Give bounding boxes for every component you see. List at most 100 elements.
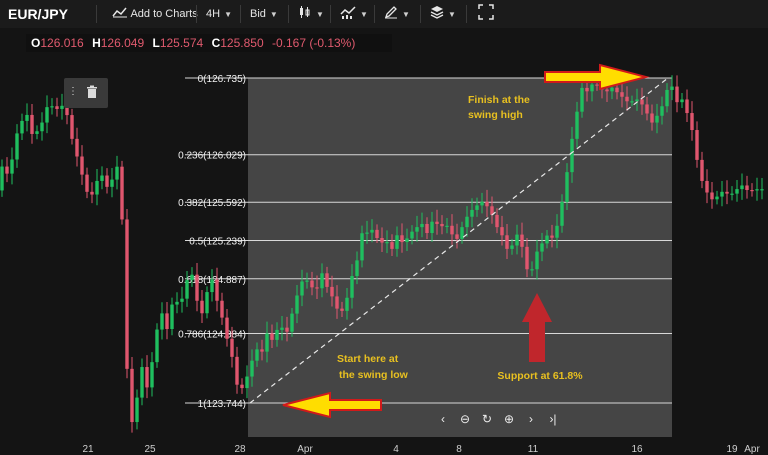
scroll-right-icon[interactable]: ›: [520, 408, 542, 430]
candle-body: [740, 185, 744, 190]
chart-type-dropdown[interactable]: ▼: [294, 4, 328, 24]
candle-body: [165, 313, 169, 330]
toolbar-divider: [330, 5, 331, 23]
candle-body: [530, 269, 534, 271]
zoom-in-icon[interactable]: ⊕: [498, 408, 520, 430]
candle-body: [210, 279, 214, 293]
finish-annotation-line2: swing high: [468, 109, 523, 121]
candle-body: [760, 189, 764, 191]
candle-body: [270, 333, 274, 340]
trash-icon[interactable]: [86, 85, 98, 102]
drawing-tools-dropdown[interactable]: ▼: [380, 4, 414, 24]
candle-body: [690, 113, 694, 131]
candle-body: [55, 106, 59, 109]
x-tick-label: 19: [726, 444, 738, 455]
fib-level-label: 0.236(126.029): [178, 151, 246, 162]
candle-body: [30, 114, 34, 134]
support-annotation: Support at 61.8%: [497, 370, 583, 382]
candle-body: [255, 349, 259, 361]
candle-body: [285, 327, 289, 332]
candle-body: [350, 276, 354, 298]
candle-body: [220, 300, 224, 318]
start-annotation-line1: Start here at: [337, 353, 399, 365]
candle-body: [610, 87, 614, 92]
candle-body: [475, 205, 479, 210]
layers-dropdown[interactable]: ▼: [426, 4, 460, 24]
toolbar-divider: [466, 5, 467, 23]
add-to-charts-button[interactable]: Add to Charts: [108, 4, 202, 24]
candle-body: [370, 229, 374, 233]
candle-body: [735, 189, 739, 194]
fib-level-label: 0.382(125.592): [178, 198, 246, 209]
zoom-out-icon[interactable]: ⊖: [454, 408, 476, 430]
candle-body: [145, 367, 149, 388]
candle-body: [245, 376, 249, 389]
close-value: 125.850: [220, 36, 264, 50]
candle-body: [630, 101, 634, 103]
candle-body: [195, 274, 199, 301]
open-label: O: [31, 36, 41, 50]
candle-body: [300, 281, 304, 296]
fullscreen-button[interactable]: [474, 4, 498, 24]
drawing-pen-icon: [384, 6, 397, 19]
fib-level-label: 0.5(125.239): [189, 237, 246, 248]
scroll-to-end-icon[interactable]: ›|: [542, 408, 564, 430]
timeframe-dropdown[interactable]: 4H ▼: [202, 4, 236, 24]
candle-body: [495, 214, 499, 228]
toolbar-divider: [374, 5, 375, 23]
candle-body: [605, 89, 609, 92]
low-label: L: [152, 36, 160, 50]
x-tick-label: 28: [234, 444, 246, 455]
candle-body: [745, 185, 749, 191]
high-value: 126.049: [100, 36, 145, 50]
indicators-icon: [340, 6, 356, 19]
candle-body: [85, 174, 89, 192]
candle-body: [185, 280, 189, 299]
candle-body: [430, 221, 434, 234]
fib-level-label: 0(126.735): [198, 74, 246, 85]
candlestick-chart[interactable]: 0(126.735) 0.236(126.029) 0.382(125.592) 0.…: [0, 52, 768, 455]
candle-body: [465, 216, 469, 228]
indicators-dropdown[interactable]: ▼: [336, 4, 372, 24]
candle-body: [330, 286, 334, 297]
candle-body: [660, 106, 664, 116]
candle-body: [230, 338, 234, 357]
candle-body: [10, 159, 14, 174]
candle-body: [320, 273, 324, 289]
candle-body: [120, 166, 124, 220]
candle-body: [435, 221, 439, 224]
candle-body: [115, 166, 119, 180]
fib-level-label: 1(123.744): [198, 399, 246, 410]
candle-body: [15, 133, 19, 160]
toolbar-divider: [420, 5, 421, 23]
scroll-left-icon[interactable]: ‹: [432, 408, 454, 430]
candle-body: [200, 300, 204, 314]
price-side-value: Bid: [250, 8, 266, 20]
candle-body: [420, 223, 424, 228]
price-side-dropdown[interactable]: Bid ▼: [246, 4, 282, 24]
candle-body: [335, 296, 339, 309]
symbol-title[interactable]: EUR/JPY: [8, 4, 68, 24]
candle-body: [240, 384, 244, 389]
layers-icon: [430, 6, 444, 19]
candle-body: [525, 246, 529, 270]
candle-body: [555, 225, 559, 238]
candle-body: [470, 209, 474, 217]
candle-body: [280, 327, 284, 330]
candle-body: [705, 180, 709, 193]
candle-body: [570, 138, 574, 173]
candle-body: [595, 84, 599, 86]
candle-body: [565, 172, 569, 203]
fib-retracement-zone: [248, 78, 672, 437]
chart-navigator: ‹ ⊖ ↻ ⊕ › ›|: [432, 408, 582, 430]
candle-body: [5, 166, 9, 174]
reset-icon[interactable]: ↻: [476, 408, 498, 430]
settings-dots-icon[interactable]: ⋮: [68, 86, 78, 97]
candle-body: [290, 313, 294, 332]
candle-body: [380, 238, 384, 243]
candle-body: [755, 189, 759, 191]
candle-body: [510, 245, 514, 249]
x-tick-label: Apr: [744, 444, 760, 455]
candle-body: [95, 180, 99, 195]
candle-body: [265, 333, 269, 352]
